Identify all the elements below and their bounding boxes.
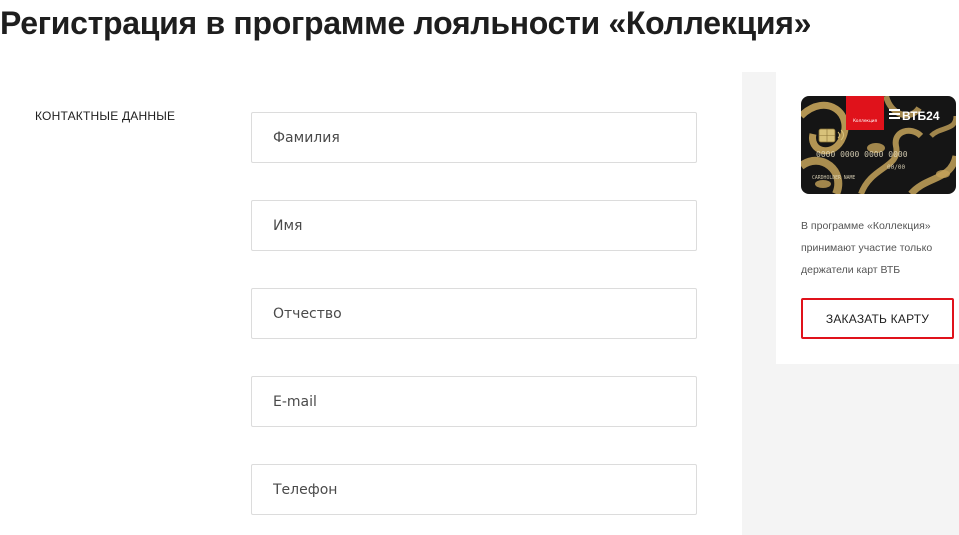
card-bank-logo: ВТБ24 (902, 109, 940, 123)
patronymic-input[interactable] (251, 288, 697, 339)
last-name-input[interactable] (251, 112, 697, 163)
page-title: Регистрация в программе лояльности «Колл… (0, 5, 812, 41)
vtb24-collection-card-image: Коллекция ВТБ24 0000 0000 0000 0000 00/0… (801, 96, 956, 194)
page-header: Регистрация в программе лояльности «Колл… (0, 0, 959, 72)
order-card-button[interactable]: ЗАКАЗАТЬ КАРТУ (801, 298, 954, 339)
email-input[interactable] (251, 376, 697, 427)
registration-form: КОНТАКТНЫЕ ДАННЫЕ (0, 72, 742, 535)
card-number: 0000 0000 0000 0000 (816, 150, 908, 159)
program-note: В программе «Коллекция» принимают участи… (801, 220, 933, 276)
card-program-logo: Коллекция (853, 118, 878, 123)
card-holder: CARDHOLDER NAME (812, 175, 855, 181)
card-info-panel: Коллекция ВТБ24 0000 0000 0000 0000 00/0… (776, 72, 959, 364)
contact-section-label: КОНТАКТНЫЕ ДАННЫЕ (35, 109, 176, 123)
first-name-input[interactable] (251, 200, 697, 251)
card-valid: 00/00 (887, 164, 905, 171)
phone-input[interactable] (251, 464, 697, 515)
